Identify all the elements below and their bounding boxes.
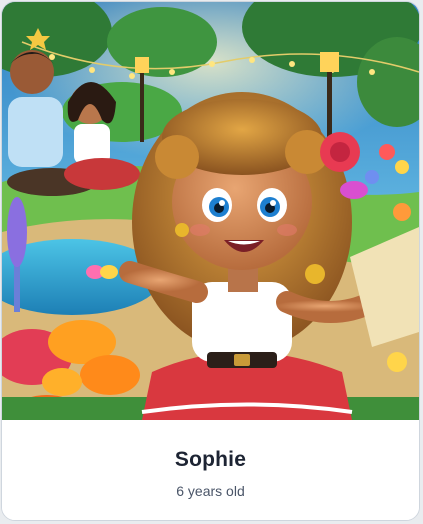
profile-card[interactable]: Sophie 6 years old (1, 1, 420, 521)
profile-info: Sophie 6 years old (2, 420, 419, 520)
profile-illustration (2, 2, 419, 420)
child-name: Sophie (174, 448, 247, 471)
child-age: 6 years old (176, 483, 245, 499)
